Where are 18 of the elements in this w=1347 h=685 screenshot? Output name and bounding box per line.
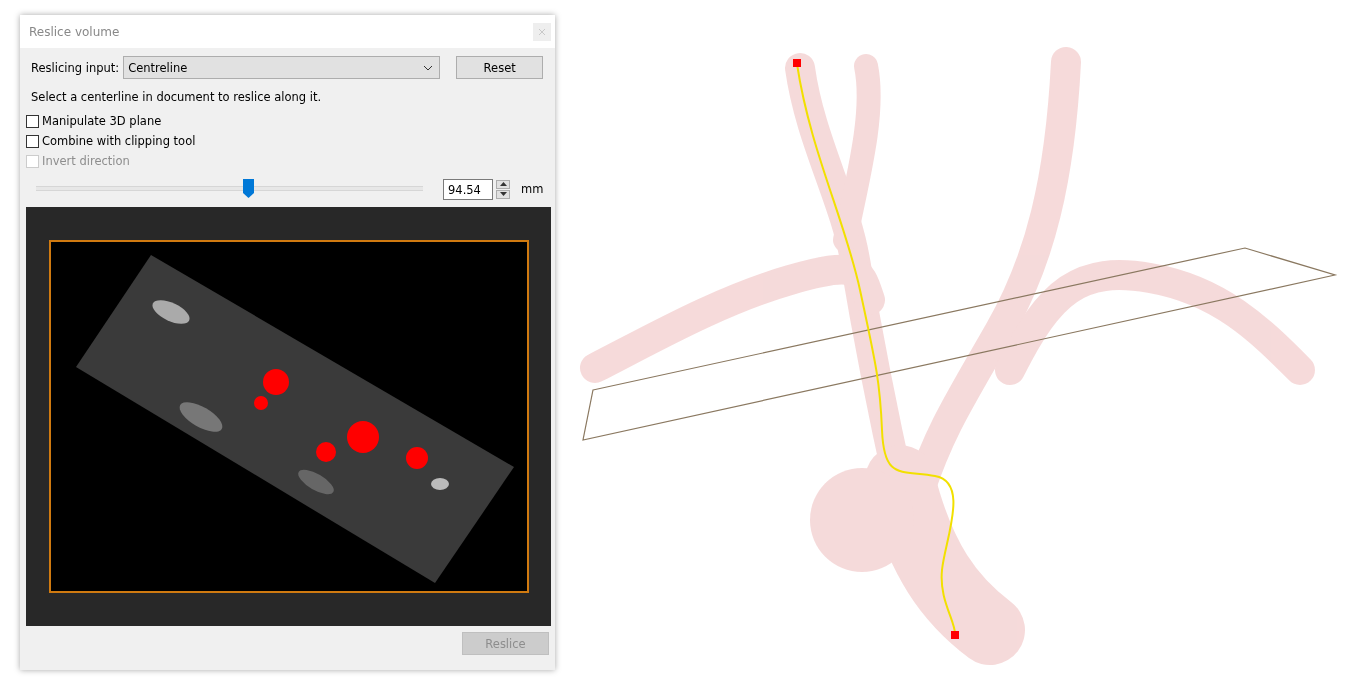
hint-text: Select a centerline in document to reslice along it. [30, 89, 323, 106]
end-point-marker [951, 631, 959, 639]
start-point-marker [793, 59, 801, 67]
window-title: Reslice volume [29, 24, 120, 39]
up-arrow-icon [499, 182, 507, 186]
checkbox-option[interactable]: Manipulate 3D plane [26, 114, 551, 128]
down-arrow-icon [499, 192, 507, 196]
position-input[interactable]: 94.54 [443, 178, 493, 200]
chevron-down-icon [423, 64, 434, 71]
spin-down-button[interactable] [496, 189, 510, 199]
reslicing-input-dropdown[interactable]: Centreline [123, 56, 441, 79]
spin-up-button[interactable] [496, 179, 510, 189]
reset-button[interactable]: Reset [456, 56, 544, 79]
checkbox-option[interactable]: Combine with clipping tool [26, 134, 551, 148]
reslicing-input-label: Reslicing input: [31, 60, 120, 75]
unit-label: mm [521, 182, 544, 196]
close-icon [538, 27, 546, 36]
slider-thumb[interactable] [243, 179, 255, 198]
